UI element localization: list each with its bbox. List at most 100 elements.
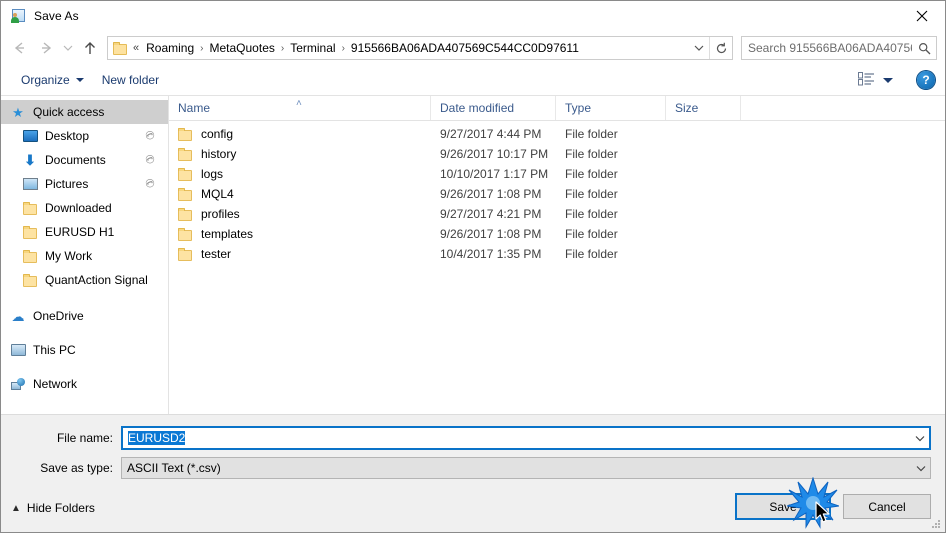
breadcrumb-overflow[interactable]: « — [132, 42, 142, 54]
sidebar-item-network[interactable]: Network — [1, 372, 168, 396]
table-row[interactable]: MQL4 9/26/2017 1:08 PM File folder — [169, 184, 945, 204]
save-as-type-row: Save as type: ASCII Text (*.csv) — [1, 457, 945, 479]
save-button-label: Save — [769, 499, 797, 514]
file-name-cell: config — [169, 127, 431, 141]
organize-button[interactable]: Organize — [15, 70, 90, 90]
table-row[interactable]: config 9/27/2017 4:44 PM File folder — [169, 124, 945, 144]
sidebar-item-documents[interactable]: ⬇ Documents ✆ — [1, 148, 168, 172]
help-icon[interactable]: ? — [917, 71, 935, 89]
folder-icon — [178, 147, 193, 161]
breadcrumb-item-metaquotes[interactable]: MetaQuotes — [206, 39, 279, 57]
table-row[interactable]: templates 9/26/2017 1:08 PM File folder — [169, 224, 945, 244]
file-name-label: tester — [201, 247, 232, 261]
pin-icon[interactable]: ✆ — [142, 152, 158, 167]
chevron-down-icon — [75, 78, 84, 82]
file-name-row: File name: EURUSD2 — [1, 426, 945, 450]
folder-icon — [21, 224, 39, 240]
organize-label: Organize — [21, 73, 70, 87]
sidebar-item-label: QuantAction Signal — [45, 273, 148, 287]
file-type-cell: File folder — [565, 207, 618, 221]
sidebar-item-pictures[interactable]: Pictures ✆ — [1, 172, 168, 196]
column-headers: ˄ Name Date modified Type Size — [169, 96, 945, 121]
cancel-button[interactable]: Cancel — [843, 494, 931, 519]
search-box[interactable]: Search 915566BA06ADA40756... — [741, 36, 937, 60]
file-date-cell: 9/26/2017 1:08 PM — [440, 227, 542, 241]
search-input[interactable]: Search 915566BA06ADA40756... — [742, 41, 912, 55]
help-label: ? — [922, 73, 930, 87]
breadcrumb-item-roaming[interactable]: Roaming — [142, 39, 198, 57]
pin-icon[interactable]: ✆ — [142, 176, 158, 191]
file-name-cell: MQL4 — [169, 187, 431, 201]
onedrive-icon: ☁ — [11, 308, 25, 324]
view-options-button[interactable] — [854, 70, 897, 91]
folder-icon — [21, 248, 39, 264]
file-date-cell: 9/27/2017 4:44 PM — [440, 127, 542, 141]
column-header-date-modified[interactable]: Date modified — [431, 96, 556, 120]
save-panel: File name: EURUSD2 Save as type: ASCII T… — [1, 414, 945, 532]
desktop-icon — [21, 128, 39, 144]
resize-grip-icon[interactable] — [931, 519, 941, 529]
chevron-down-icon[interactable] — [911, 435, 929, 442]
file-date-cell: 9/26/2017 1:08 PM — [440, 187, 542, 201]
chevron-down-icon[interactable] — [59, 35, 77, 61]
save-as-type-field[interactable]: ASCII Text (*.csv) — [121, 457, 931, 479]
hide-folders-button[interactable]: ▲ Hide Folders — [11, 501, 95, 515]
file-name-label: profiles — [201, 207, 240, 221]
pictures-icon — [21, 176, 39, 192]
sidebar-item-this-pc[interactable]: This PC — [1, 338, 168, 362]
file-name-cell: templates — [169, 227, 431, 241]
close-icon[interactable] — [899, 1, 945, 30]
column-header-name[interactable]: ˄ Name — [169, 96, 431, 120]
sidebar-item-downloaded[interactable]: Downloaded — [1, 196, 168, 220]
list-view-icon — [858, 71, 875, 89]
address-bar[interactable]: « Roaming › MetaQuotes › Terminal › 9155… — [107, 36, 733, 60]
sidebar-item-quick-access[interactable]: ★ Quick access — [1, 100, 168, 124]
pin-icon[interactable]: ✆ — [142, 128, 158, 143]
search-icon[interactable] — [912, 42, 936, 55]
sidebar-item-onedrive[interactable]: ☁ OneDrive — [1, 304, 168, 328]
sidebar-item-eurusd-h1[interactable]: EURUSD H1 — [1, 220, 168, 244]
new-folder-button[interactable]: New folder — [96, 70, 165, 90]
arrow-up-icon[interactable] — [77, 35, 103, 61]
arrow-left-icon[interactable] — [7, 35, 33, 61]
breadcrumb-separator: › — [341, 42, 345, 54]
sidebar-item-desktop[interactable]: Desktop ✆ — [1, 124, 168, 148]
sidebar-item-my-work[interactable]: My Work — [1, 244, 168, 268]
sort-ascending-icon: ˄ — [296, 98, 302, 109]
file-type-cell: File folder — [565, 227, 618, 241]
file-name-field[interactable]: EURUSD2 — [121, 426, 931, 450]
table-row[interactable]: logs 10/10/2017 1:17 PM File folder — [169, 164, 945, 184]
file-type-cell: File folder — [565, 147, 618, 161]
arrow-right-icon[interactable] — [33, 35, 59, 61]
navigation-bar: « Roaming › MetaQuotes › Terminal › 9155… — [1, 31, 945, 65]
documents-icon: ⬇ — [24, 152, 36, 168]
refresh-icon[interactable] — [709, 37, 732, 59]
column-header-type[interactable]: Type — [556, 96, 666, 120]
sidebar-item-quantaction-signal[interactable]: QuantAction Signal — [1, 268, 168, 292]
chevron-down-icon — [883, 77, 893, 83]
table-row[interactable]: history 9/26/2017 10:17 PM File folder — [169, 144, 945, 164]
sidebar-item-label: My Work — [45, 249, 93, 263]
breadcrumb-item-terminal-id[interactable]: 915566BA06ADA407569C544CC0D97611 — [347, 39, 583, 57]
sidebar-item-label: EURUSD H1 — [45, 225, 115, 239]
chevron-down-icon[interactable] — [912, 465, 930, 472]
table-row[interactable]: profiles 9/27/2017 4:21 PM File folder — [169, 204, 945, 224]
file-date-cell: 9/26/2017 10:17 PM — [440, 147, 549, 161]
save-button[interactable]: Save — [735, 493, 831, 520]
column-header-label: Name — [178, 101, 211, 115]
column-header-size[interactable]: Size — [666, 96, 741, 120]
sidebar-item-label: OneDrive — [33, 309, 84, 323]
address-dropdown-icon[interactable] — [689, 44, 709, 52]
dialog-body: ★ Quick access Desktop ✆ ⬇ Documents ✆ P… — [1, 96, 945, 414]
breadcrumb-item-terminal[interactable]: Terminal — [286, 39, 339, 57]
chevron-up-icon: ▲ — [11, 502, 21, 514]
save-as-type-value: ASCII Text (*.csv) — [127, 461, 221, 475]
breadcrumb-separator: › — [280, 42, 285, 54]
network-icon — [9, 376, 27, 392]
file-name-input[interactable]: EURUSD2 — [123, 431, 911, 445]
table-row[interactable]: tester 10/4/2017 1:35 PM File folder — [169, 244, 945, 264]
command-toolbar: Organize New folder ? — [1, 65, 945, 96]
